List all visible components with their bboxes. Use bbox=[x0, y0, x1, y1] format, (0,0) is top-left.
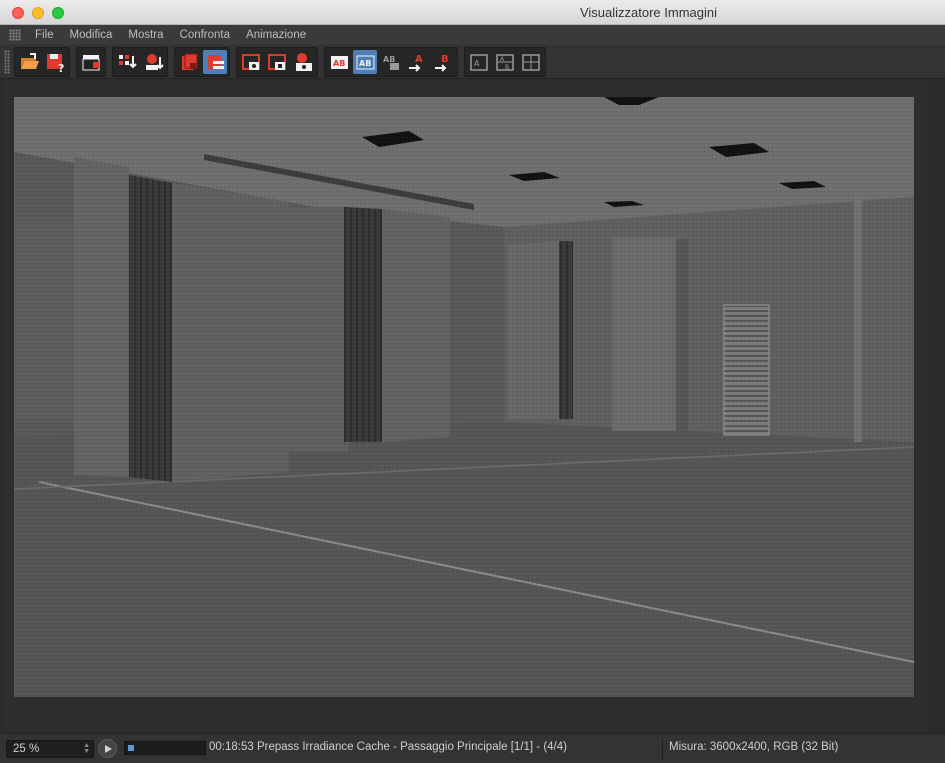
svg-text:A: A bbox=[415, 54, 423, 65]
play-icon bbox=[104, 744, 112, 753]
frame-stop-icon bbox=[268, 53, 286, 70]
ab-compare-button[interactable]: AB bbox=[327, 50, 351, 74]
zoom-value: 25 % bbox=[13, 743, 40, 755]
menu-grip-icon[interactable] bbox=[9, 29, 21, 41]
svg-text:AB: AB bbox=[333, 59, 345, 68]
save-as-icon: ? bbox=[47, 53, 64, 73]
title-bar: Visualizzatore Immagini bbox=[0, 0, 945, 25]
menu-bar: File Modifica Mostra Confronta Animazion… bbox=[0, 25, 945, 45]
vertical-scrollbar[interactable] bbox=[929, 80, 945, 732]
set-a-icon: A bbox=[409, 54, 423, 72]
svg-text:B: B bbox=[505, 64, 509, 71]
set-a-button[interactable]: A bbox=[405, 50, 429, 74]
image-info: Misura: 3600x2400, RGB (32 Bit) bbox=[669, 741, 839, 753]
toolbar-group bbox=[76, 46, 106, 77]
set-b-icon: B bbox=[435, 54, 449, 72]
filter-down-icon bbox=[119, 54, 137, 68]
user-down-button[interactable] bbox=[141, 50, 165, 74]
frame-view-button[interactable] bbox=[239, 50, 263, 74]
ab-swap-button[interactable]: AB bbox=[379, 50, 403, 74]
ab-swap-icon: AB bbox=[383, 55, 399, 70]
frame-view-icon bbox=[242, 53, 260, 70]
ab-compare-icon: AB bbox=[331, 55, 348, 69]
toolbar-group bbox=[236, 46, 318, 77]
ab-split-icon: AB bbox=[356, 55, 375, 69]
region-render-button[interactable] bbox=[291, 50, 315, 74]
zoom-field[interactable]: 25 % ▲ ▼ bbox=[6, 740, 94, 758]
toolbar-group bbox=[174, 46, 230, 77]
region-render-icon bbox=[296, 52, 312, 71]
render-progress-bar bbox=[124, 741, 206, 755]
layout-double-icon: AB bbox=[496, 53, 514, 71]
layout-grid-button[interactable] bbox=[519, 50, 543, 74]
svg-text:A: A bbox=[474, 59, 480, 68]
set-b-button[interactable]: B bbox=[431, 50, 455, 74]
layout-single-button[interactable]: A bbox=[467, 50, 491, 74]
menu-file[interactable]: File bbox=[27, 25, 62, 45]
svg-text:AB: AB bbox=[383, 55, 395, 64]
user-down-icon bbox=[146, 53, 164, 70]
menu-mostra[interactable]: Mostra bbox=[120, 25, 171, 45]
svg-text:?: ? bbox=[58, 62, 64, 73]
ab-split-button[interactable]: AB bbox=[353, 49, 377, 74]
menu-modifica[interactable]: Modifica bbox=[62, 25, 121, 45]
status-message: 00:18:53 Prepass Irradiance Cache - Pass… bbox=[209, 741, 567, 753]
open-folder-button[interactable] bbox=[17, 50, 41, 74]
clear-list-icon bbox=[208, 54, 224, 69]
window-title: Visualizzatore Immagini bbox=[579, 5, 717, 20]
toolbar-group: AB AB AB A B bbox=[324, 46, 458, 77]
open-folder-icon bbox=[21, 52, 39, 69]
toolbar-group: ? bbox=[14, 46, 70, 77]
toolbar: ? AB AB AB A B A A B bbox=[0, 45, 945, 79]
clear-list-button[interactable] bbox=[203, 49, 227, 74]
zoom-stepper-icon[interactable]: ▲ ▼ bbox=[83, 742, 90, 755]
save-as-button[interactable]: ? bbox=[43, 50, 67, 74]
layout-grid-icon bbox=[522, 53, 540, 71]
layout-single-icon: A bbox=[470, 53, 488, 71]
progress-fill bbox=[128, 745, 135, 751]
menu-confronta[interactable]: Confronta bbox=[172, 25, 239, 45]
frame-stop-button[interactable] bbox=[265, 50, 289, 74]
rendered-image[interactable] bbox=[14, 97, 914, 697]
svg-text:AB: AB bbox=[359, 59, 371, 68]
clapperboard-button[interactable] bbox=[79, 50, 103, 74]
play-button[interactable] bbox=[98, 739, 117, 758]
toolbar-group: A AB bbox=[464, 46, 546, 77]
delete-red-icon bbox=[182, 53, 198, 70]
filter-down-button[interactable] bbox=[115, 50, 139, 74]
layout-double-button[interactable]: AB bbox=[493, 50, 517, 74]
status-divider bbox=[662, 738, 663, 760]
delete-red-button[interactable] bbox=[177, 50, 201, 74]
svg-text:B: B bbox=[441, 54, 449, 65]
menu-animazione[interactable]: Animazione bbox=[238, 25, 314, 45]
toolbar-grip-icon[interactable] bbox=[4, 49, 10, 74]
toolbar-group bbox=[112, 46, 168, 77]
clapperboard-icon bbox=[82, 54, 100, 70]
status-bar: 25 % ▲ ▼ 00:18:53 Prepass Irradiance Cach… bbox=[0, 733, 945, 763]
